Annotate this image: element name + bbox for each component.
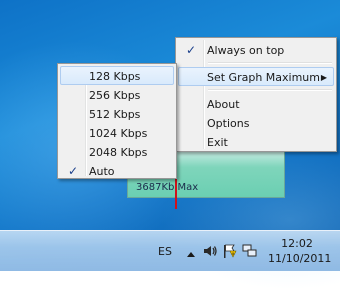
menu-item-label: About bbox=[207, 98, 240, 111]
menu-item-label: 512 Kbps bbox=[89, 108, 141, 121]
menu-item-about[interactable]: About bbox=[178, 94, 334, 113]
menu-item-label: Auto bbox=[89, 165, 115, 178]
menu-item-label: Set Graph Maximum bbox=[207, 71, 320, 84]
menu-item-set-graph-maximum[interactable]: Set Graph Maximum ▶ bbox=[178, 67, 334, 86]
submenu-arrow-icon: ▶ bbox=[320, 73, 327, 82]
menu-item-label: Always on top bbox=[207, 44, 285, 57]
menu-item-label: Exit bbox=[207, 136, 228, 149]
menu-item-label: 256 Kbps bbox=[89, 89, 141, 102]
checkmark-icon: ✓ bbox=[186, 43, 197, 57]
menu-item-options[interactable]: Options bbox=[178, 113, 334, 132]
menu-item-label: 128 Kbps bbox=[89, 70, 141, 83]
menu-item-label: 1024 Kbps bbox=[89, 127, 148, 140]
menu-separator bbox=[208, 89, 332, 91]
submenu-item-2048[interactable]: 2048 Kbps bbox=[60, 142, 174, 161]
taskbar: ES 12:02 11/10/2011 bbox=[0, 230, 340, 271]
submenu-item-512[interactable]: 512 Kbps bbox=[60, 104, 174, 123]
graph-max-label: 3687Kb Max bbox=[136, 182, 199, 193]
submenu-item-256[interactable]: 256 Kbps bbox=[60, 85, 174, 104]
submenu-item-128[interactable]: 128 Kbps bbox=[60, 66, 174, 85]
show-hidden-icons-icon[interactable] bbox=[186, 247, 202, 261]
speaker-icon[interactable] bbox=[202, 244, 218, 258]
network-icon[interactable] bbox=[242, 244, 258, 258]
clock-time: 12:02 bbox=[281, 237, 313, 250]
submenu-item-1024[interactable]: 1024 Kbps bbox=[60, 123, 174, 142]
system-clock[interactable]: 12:02 11/10/2011 bbox=[268, 236, 332, 266]
context-menu: ✓ Always on top Set Graph Maximum ▶ Abou… bbox=[175, 37, 337, 152]
menu-separator bbox=[208, 62, 332, 64]
action-center-flag-icon[interactable] bbox=[222, 244, 238, 258]
checkmark-icon: ✓ bbox=[68, 164, 79, 178]
menu-item-exit[interactable]: Exit bbox=[178, 132, 334, 151]
menu-item-label: 2048 Kbps bbox=[89, 146, 148, 159]
clock-date: 11/10/2011 bbox=[268, 252, 332, 265]
menu-item-label: Options bbox=[207, 117, 250, 130]
menu-item-always-on-top[interactable]: ✓ Always on top bbox=[178, 40, 334, 59]
submenu-item-auto[interactable]: ✓ Auto bbox=[60, 161, 174, 180]
language-indicator[interactable]: ES bbox=[158, 245, 172, 258]
graph-maximum-submenu: 128 Kbps 256 Kbps 512 Kbps 1024 Kbps 204… bbox=[57, 63, 177, 179]
